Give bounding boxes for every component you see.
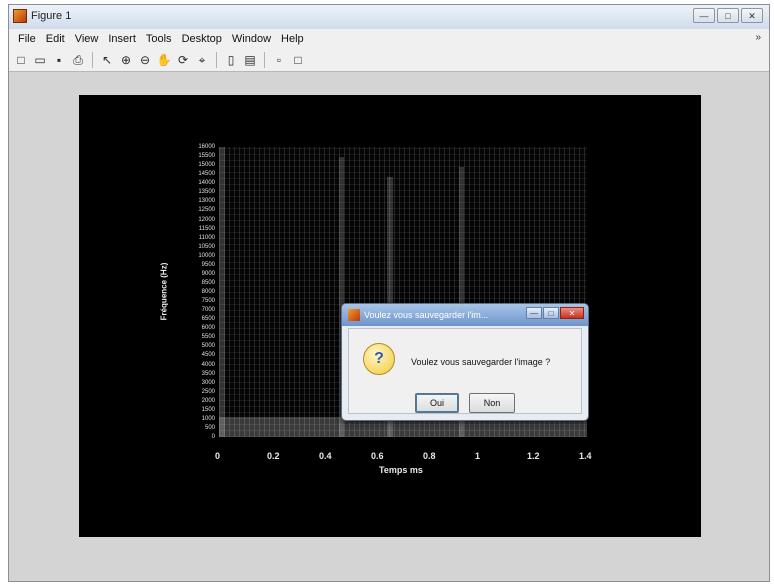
y-tick-label: 15000 (198, 162, 215, 169)
x-axis-label: Temps ms (379, 465, 423, 475)
menu-insert[interactable]: Insert (103, 33, 141, 45)
y-tick-label: 10500 (198, 243, 215, 250)
dialog-maximize-button[interactable]: □ (543, 307, 559, 319)
x-tick-label: 0 (215, 451, 221, 461)
dialog-message: Voulez vous sauvegarder l'image ? (411, 357, 551, 367)
y-tick-label: 2000 (201, 397, 215, 404)
toolbar-separator (216, 52, 217, 68)
y-tick-label: 500 (204, 424, 215, 431)
x-tick-label: 0.4 (319, 451, 332, 461)
colorbar-icon[interactable]: ▯ (223, 52, 239, 68)
signal-burst (219, 147, 225, 437)
y-tick-label: 9000 (201, 270, 215, 277)
menu-overflow-icon[interactable]: » (755, 32, 761, 43)
y-tick-label: 12000 (198, 216, 215, 223)
matlab-icon (13, 9, 27, 23)
y-tick-label: 6500 (201, 316, 215, 323)
y-tick-label: 6000 (201, 325, 215, 332)
y-tick-label: 14500 (198, 171, 215, 178)
menu-tools[interactable]: Tools (141, 33, 177, 45)
y-tick-label: 8000 (201, 289, 215, 295)
x-tick-label: 0.6 (371, 451, 384, 461)
y-tick-label: 13500 (198, 189, 215, 196)
y-axis-label: Fréquence (Hz) (159, 262, 169, 321)
menu-bar: File Edit View Insert Tools Desktop Wind… (9, 29, 769, 49)
y-tick-label: 5000 (201, 343, 215, 350)
x-tick-label: 0.8 (423, 451, 436, 461)
menu-file[interactable]: File (13, 33, 41, 45)
y-tick-label: 0 (211, 434, 215, 440)
non-button[interactable]: Non (469, 393, 515, 413)
y-tick-label: 8500 (201, 279, 215, 286)
y-tick-label: 1500 (201, 406, 215, 413)
y-tick-label: 11500 (198, 225, 215, 232)
y-tick-label: 1000 (201, 415, 215, 422)
minimize-button[interactable]: — (693, 8, 715, 23)
dialog-close-button[interactable]: ✕ (560, 307, 584, 319)
rotate-3d-icon[interactable]: ⟳ (175, 52, 191, 68)
menu-help[interactable]: Help (276, 33, 309, 45)
y-tick-label: 7500 (201, 298, 215, 305)
y-tick-label: 10000 (198, 252, 215, 259)
menu-edit[interactable]: Edit (41, 33, 70, 45)
x-tick-label: 1 (475, 451, 481, 461)
y-tick-label: 5500 (201, 334, 215, 341)
y-tick-label: 3500 (201, 370, 215, 377)
x-tick-label: 0.2 (267, 451, 280, 461)
title-bar[interactable]: Figure 1 — □ ✕ (9, 5, 769, 30)
figure-canvas: 16000 15500 15000 14500 14000 13500 13000 12500… (79, 95, 701, 537)
print-icon[interactable]: ⎙ (70, 52, 86, 68)
window-title: Figure 1 (31, 10, 72, 22)
toolbar-separator (92, 52, 93, 68)
close-button[interactable]: ✕ (741, 8, 763, 23)
pan-icon[interactable]: ✋ (156, 52, 172, 68)
figure-window: Figure 1 — □ ✕ File Edit View Insert Too… (8, 4, 770, 582)
y-tick-label: 4500 (201, 352, 215, 359)
x-tick-label: 1.2 (527, 451, 540, 461)
hide-plot-tools-icon[interactable]: ▫ (271, 52, 287, 68)
legend-icon[interactable]: ▤ (242, 52, 258, 68)
data-cursor-icon[interactable]: ⌖ (194, 52, 210, 68)
menu-view[interactable]: View (70, 33, 104, 45)
y-tick-label: 4000 (201, 361, 215, 368)
y-tick-label: 2500 (201, 388, 215, 395)
dialog-title-bar[interactable]: Voulez vous sauvegarder l'im... — □ ✕ (342, 304, 588, 326)
question-icon: ? (363, 343, 395, 375)
y-tick-label: 9500 (201, 261, 215, 268)
y-tick-label: 3000 (201, 379, 215, 386)
menu-window[interactable]: Window (227, 33, 276, 45)
oui-button[interactable]: Oui (415, 393, 459, 413)
y-tick-label: 15500 (198, 153, 215, 160)
dialog-minimize-button[interactable]: — (526, 307, 542, 319)
show-plot-tools-icon[interactable]: □ (290, 52, 306, 68)
matlab-icon (348, 309, 360, 321)
open-file-icon[interactable]: ▭ (32, 52, 48, 68)
y-tick-label: 7000 (201, 307, 215, 314)
zoom-out-icon[interactable]: ⊖ (137, 52, 153, 68)
y-tick-label: 12500 (198, 207, 215, 214)
save-dialog: Voulez vous sauvegarder l'im... — □ ✕ ? … (341, 303, 589, 421)
y-tick-label: 11000 (198, 234, 215, 241)
new-figure-icon[interactable]: □ (13, 52, 29, 68)
toolbar-separator (264, 52, 265, 68)
save-icon[interactable]: ▪ (51, 52, 67, 68)
dialog-body: ? Voulez vous sauvegarder l'image ? Oui … (348, 328, 582, 414)
figure-toolbar: □ ▭ ▪ ⎙ ↖ ⊕ ⊖ ✋ ⟳ ⌖ ▯ ▤ ▫ □ (9, 49, 769, 72)
maximize-button[interactable]: □ (717, 8, 739, 23)
y-tick-label: 13000 (198, 198, 215, 205)
edit-plot-icon[interactable]: ↖ (99, 52, 115, 68)
y-tick-label: 16000 (198, 144, 215, 150)
menu-desktop[interactable]: Desktop (177, 33, 227, 45)
dialog-title: Voulez vous sauvegarder l'im... (364, 310, 489, 320)
y-tick-label: 14000 (198, 180, 215, 187)
x-tick-label: 1.4 (579, 451, 592, 461)
zoom-in-icon[interactable]: ⊕ (118, 52, 134, 68)
